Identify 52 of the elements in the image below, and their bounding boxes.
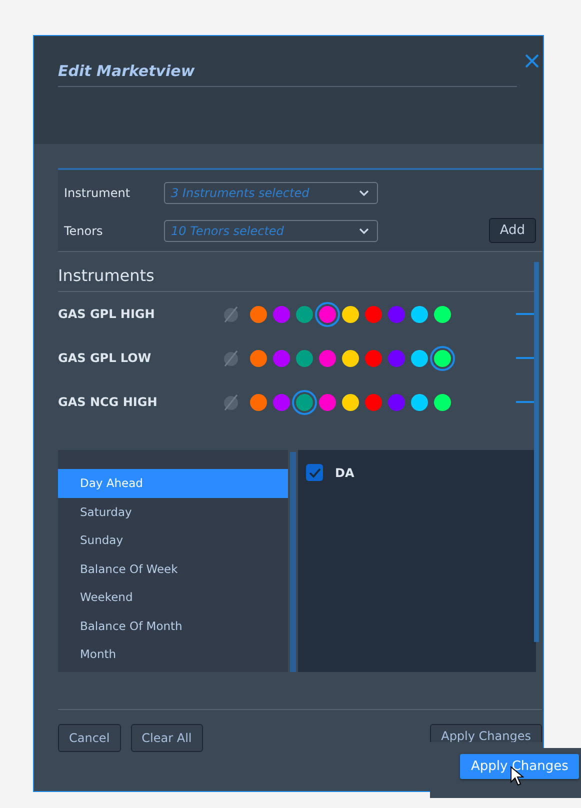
color-swatch[interactable] [434, 350, 451, 366]
checkbox-label: DA [335, 466, 354, 480]
color-swatch[interactable] [250, 350, 267, 366]
tenor-item[interactable]: Month [58, 640, 288, 668]
instrument-name: GAS GPL LOW [58, 351, 152, 365]
color-swatch[interactable] [388, 350, 405, 366]
clear-button[interactable]: Clear All [130, 724, 203, 752]
color-swatch[interactable] [388, 306, 405, 322]
color-swatch[interactable] [388, 394, 405, 410]
color-swatch[interactable] [250, 394, 267, 410]
checkbox[interactable] [306, 464, 323, 481]
tenor-item[interactable]: Sunday [58, 526, 288, 554]
no-color-icon[interactable] [222, 349, 240, 367]
color-swatch[interactable] [342, 350, 359, 366]
add-button[interactable]: Add [488, 218, 536, 243]
color-swatch[interactable] [411, 394, 428, 410]
color-swatch[interactable] [434, 394, 451, 410]
color-swatch[interactable] [250, 306, 267, 322]
tenor-item[interactable]: Balance Of Week [58, 554, 288, 583]
chevron-down-icon [359, 228, 369, 234]
scrollbar[interactable] [534, 262, 539, 642]
color-swatch[interactable] [342, 394, 359, 410]
color-swatch[interactable] [319, 394, 336, 410]
color-swatch[interactable] [296, 306, 313, 322]
color-swatch[interactable] [296, 350, 313, 366]
field-label: Instrument [64, 186, 132, 200]
color-swatch[interactable] [296, 394, 313, 410]
color-swatch[interactable] [273, 394, 290, 410]
color-swatch[interactable] [319, 350, 336, 366]
color-swatch[interactable] [342, 306, 359, 322]
tenor-item[interactable]: Balance Of Month [58, 612, 288, 640]
chevron-down-icon [359, 190, 369, 196]
no-color-icon[interactable] [222, 305, 240, 323]
no-color-icon[interactable] [222, 393, 240, 411]
close-icon[interactable] [525, 54, 539, 68]
instrument-name: GAS NCG HIGH [58, 395, 158, 409]
cancel-button[interactable]: Cancel [58, 724, 121, 752]
field-label: Tenors [64, 224, 104, 238]
color-swatch[interactable] [411, 306, 428, 322]
scrollbar[interactable] [290, 452, 296, 672]
tenor-item[interactable]: Saturday [58, 498, 288, 526]
color-swatch[interactable] [365, 394, 382, 410]
color-swatch[interactable] [411, 350, 428, 366]
color-swatch[interactable] [273, 350, 290, 366]
color-swatch[interactable] [319, 306, 336, 322]
color-swatch[interactable] [273, 306, 290, 322]
color-swatch[interactable] [365, 350, 382, 366]
instrument-name: GAS GPL HIGH [58, 307, 156, 321]
tenor-item[interactable]: Weekend [58, 583, 288, 612]
dialog-title: Edit Marketview [58, 62, 517, 87]
color-swatch[interactable] [434, 306, 451, 322]
color-swatch[interactable] [365, 306, 382, 322]
